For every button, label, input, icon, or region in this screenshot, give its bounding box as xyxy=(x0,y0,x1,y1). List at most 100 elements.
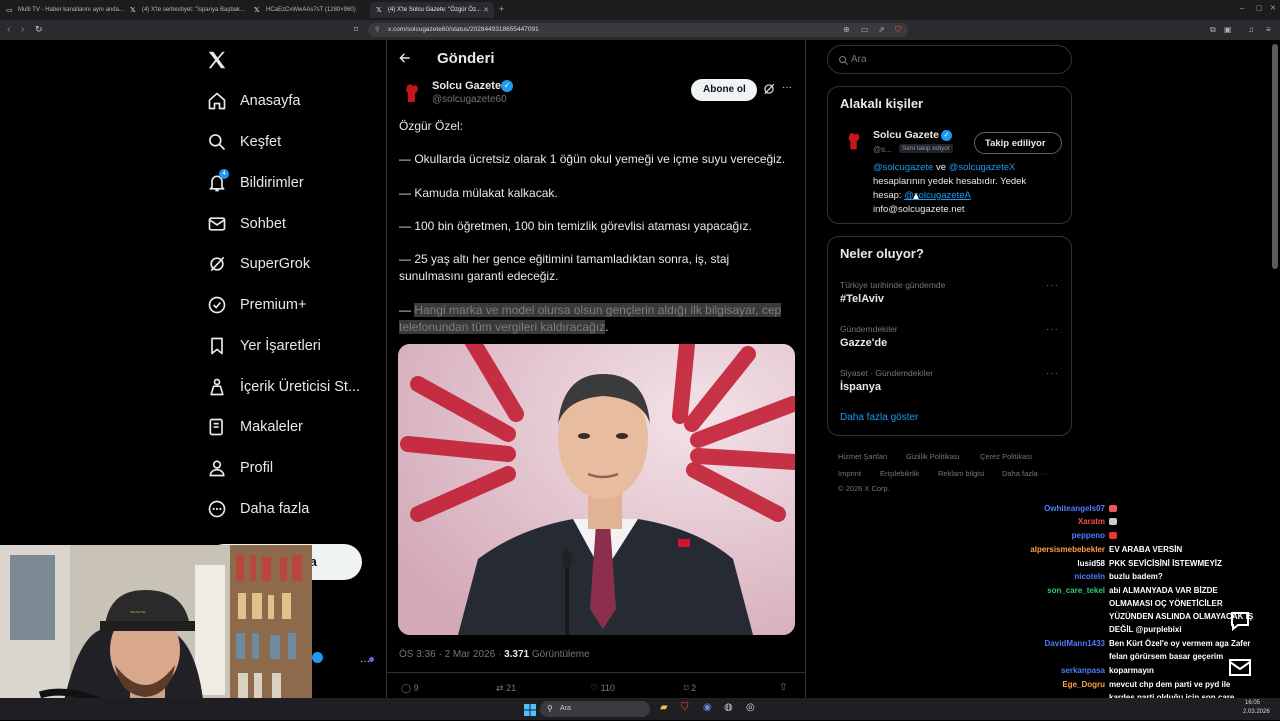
show-more-link[interactable]: Daha fazla göster xyxy=(840,412,918,423)
address-bar: ‹ › ↻ ⌑ ⚲ x.com/solcugazete60/status/202… xyxy=(0,20,1280,40)
related-name[interactable]: Solcu Gazete xyxy=(873,129,939,141)
maximize-icon[interactable]: ▢ xyxy=(1256,4,1263,12)
webcam-overlay: ~~~ xyxy=(0,545,312,720)
x-logo-icon: 𝕏 xyxy=(376,7,382,14)
share-icon[interactable]: ⇧ xyxy=(779,682,787,693)
nav-item-notifications[interactable]: 4 Bildirimler xyxy=(205,166,385,200)
avatar[interactable] xyxy=(399,80,425,106)
chat-message: abi ALMANYADA VAR BİZDE xyxy=(1109,586,1218,595)
footer-link[interactable]: Çerez Politikası xyxy=(980,452,1032,461)
windows-start-icon[interactable] xyxy=(524,703,536,721)
close-window-icon[interactable]: ✕ xyxy=(1270,4,1276,12)
more-options-icon[interactable]: ··· xyxy=(1046,324,1059,335)
url-field[interactable]: ⚲ x.com/solcugazete60/status/20284493186… xyxy=(368,23,908,37)
footer-link[interactable]: Imprint xyxy=(838,469,861,478)
reload-icon[interactable]: ↻ xyxy=(35,24,43,35)
nav-item-home[interactable]: Anasayfa xyxy=(205,84,385,118)
search-icon xyxy=(838,53,849,71)
chat-username[interactable]: Owhiteangels07 xyxy=(1044,504,1105,513)
menu-icon[interactable]: ≡ xyxy=(1266,25,1271,34)
author-handle[interactable]: @solcugazete60 xyxy=(432,94,507,105)
chat-username[interactable]: alpersismebebekler xyxy=(1030,545,1105,554)
taskbar-search[interactable]: ⚲ Ara xyxy=(540,701,650,717)
chat-username[interactable]: DavidMann1433 xyxy=(1045,639,1105,648)
scrollbar-thumb[interactable] xyxy=(1272,44,1278,269)
chat-username[interactable]: serkanpasa xyxy=(1061,666,1105,675)
back-icon[interactable]: ‹ xyxy=(7,24,10,35)
mention-link[interactable]: @solcugazete xyxy=(873,162,933,173)
nav-item-chat[interactable]: Sohbet xyxy=(205,207,385,241)
site-info-icon[interactable]: ⚲ xyxy=(375,26,379,33)
chat-username[interactable]: nicoteln xyxy=(1074,572,1105,581)
extensions-icon[interactable]: ⧉ xyxy=(1210,25,1216,35)
reply-icon: ◯ xyxy=(401,683,412,693)
browser-tab-active[interactable]: 𝕏 (4) X'te Solcu Gazete: "Özgür Öz... ✕ xyxy=(370,2,494,18)
more-options-icon[interactable]: ··· xyxy=(1046,368,1059,379)
clock-date[interactable]: 2.03.2026 xyxy=(1243,709,1270,715)
chat-username[interactable]: peppeno xyxy=(1072,531,1105,540)
following-button[interactable]: Takip ediliyor xyxy=(974,132,1062,154)
grok-icon[interactable] xyxy=(762,82,776,101)
file-explorer-icon[interactable]: ▰ xyxy=(660,702,668,713)
bookmark-page-icon[interactable]: ⌑ xyxy=(354,25,358,34)
footer-link[interactable]: Hizmet Şartları xyxy=(838,452,888,461)
avatar[interactable] xyxy=(842,129,866,153)
tweet-photo[interactable] xyxy=(398,344,795,635)
chat-username[interactable]: Xaratm xyxy=(1078,517,1105,526)
mail-icon[interactable] xyxy=(1228,657,1252,679)
clock-time[interactable]: 16:05 xyxy=(1245,700,1260,706)
chat-message: koparmayın xyxy=(1109,666,1154,675)
bookmark-button[interactable]: ⌑ 2 xyxy=(684,683,696,694)
nav-item-articles[interactable]: Makaleler xyxy=(205,410,385,444)
related-handle[interactable]: @s... xyxy=(873,145,892,154)
share-icon[interactable]: ⇗ xyxy=(878,25,885,34)
browser-tab[interactable]: 𝕏 HCaEzCvWwAAs7sT (1280×960) xyxy=(248,2,370,18)
subscribe-button[interactable]: Abone ol xyxy=(691,79,757,101)
back-arrow-icon[interactable] xyxy=(398,51,412,70)
chat-username[interactable]: Ege_Dogru xyxy=(1062,680,1105,689)
reply-button[interactable]: ◯ 9 xyxy=(401,683,419,694)
more-options-icon[interactable]: ··· xyxy=(1046,280,1059,291)
trend-item[interactable]: Gündemdekiler Gazze'de ··· xyxy=(828,321,1071,361)
nav-item-creator-studio[interactable]: İçerik Üreticisi St... xyxy=(205,370,385,404)
footer-link[interactable]: Erişilebilirlik xyxy=(880,469,919,478)
media-icon[interactable]: ♫ xyxy=(1248,25,1254,34)
browser-tab-bar: ▭ Multi TV - Haber kanallarını aynı anda… xyxy=(0,0,1280,20)
x-logo-icon[interactable] xyxy=(206,49,228,76)
brave-shield-icon[interactable]: ⛉ xyxy=(895,25,901,35)
chat-username[interactable]: son_care_tekel xyxy=(1047,586,1105,595)
browser-tab[interactable]: 𝕏 (4) X'te serbestiyet: "İspanya Başbak.… xyxy=(124,2,248,18)
steam-icon[interactable]: ◍ xyxy=(724,702,733,713)
more-options-icon[interactable]: ··· xyxy=(782,82,792,93)
nav-item-more[interactable]: Daha fazla xyxy=(205,492,385,526)
wallet-icon[interactable]: ▣ xyxy=(1224,25,1232,34)
repost-button[interactable]: ⇄ 21 xyxy=(496,683,516,694)
cast-icon[interactable]: ▭ xyxy=(861,25,869,34)
new-tab-button[interactable]: + xyxy=(499,4,504,14)
chat-username[interactable]: lusid58 xyxy=(1077,559,1105,568)
nav-item-profile[interactable]: Profil xyxy=(205,451,385,485)
discord-icon[interactable]: ◉ xyxy=(703,702,712,713)
close-tab-icon[interactable]: ✕ xyxy=(483,6,489,14)
chat-bubble-icon[interactable] xyxy=(1228,610,1252,632)
forward-icon[interactable]: › xyxy=(21,24,24,35)
minimize-icon[interactable]: – xyxy=(1240,4,1244,13)
nav-item-bookmarks[interactable]: Yer İşaretleri xyxy=(205,329,385,363)
nav-item-explore[interactable]: Keşfet xyxy=(205,125,385,159)
search-box[interactable]: Ara xyxy=(827,45,1072,74)
footer-link[interactable]: Reklam bilgisi xyxy=(938,469,984,478)
like-button[interactable]: ♡ 110 xyxy=(590,683,615,694)
footer-link[interactable]: Daha fazla ··· xyxy=(1002,469,1047,478)
browser-tab[interactable]: ▭ Multi TV - Haber kanallarını aynı anda… xyxy=(0,2,124,18)
brave-browser-icon[interactable]: ⛉ xyxy=(681,702,689,713)
trend-item[interactable]: Siyaset · Gündemdekiler İspanya ··· xyxy=(828,365,1071,405)
author-name[interactable]: Solcu Gazete xyxy=(432,80,501,92)
nav-item-supergrok[interactable]: SuperGrok xyxy=(205,247,385,281)
chat-message: DEĞİL @purplebixi xyxy=(1109,625,1182,634)
obs-icon[interactable]: ◎ xyxy=(746,702,755,713)
zoom-icon[interactable]: ⊕ xyxy=(843,25,850,34)
mention-link[interactable]: @solcugazeteX xyxy=(949,162,1016,173)
footer-link[interactable]: Gizlilik Politikası xyxy=(906,452,960,461)
trend-item[interactable]: Türkiye tarihinde gündemde #TelAviv ··· xyxy=(828,277,1071,317)
nav-item-premium[interactable]: Premium+ xyxy=(205,288,385,322)
